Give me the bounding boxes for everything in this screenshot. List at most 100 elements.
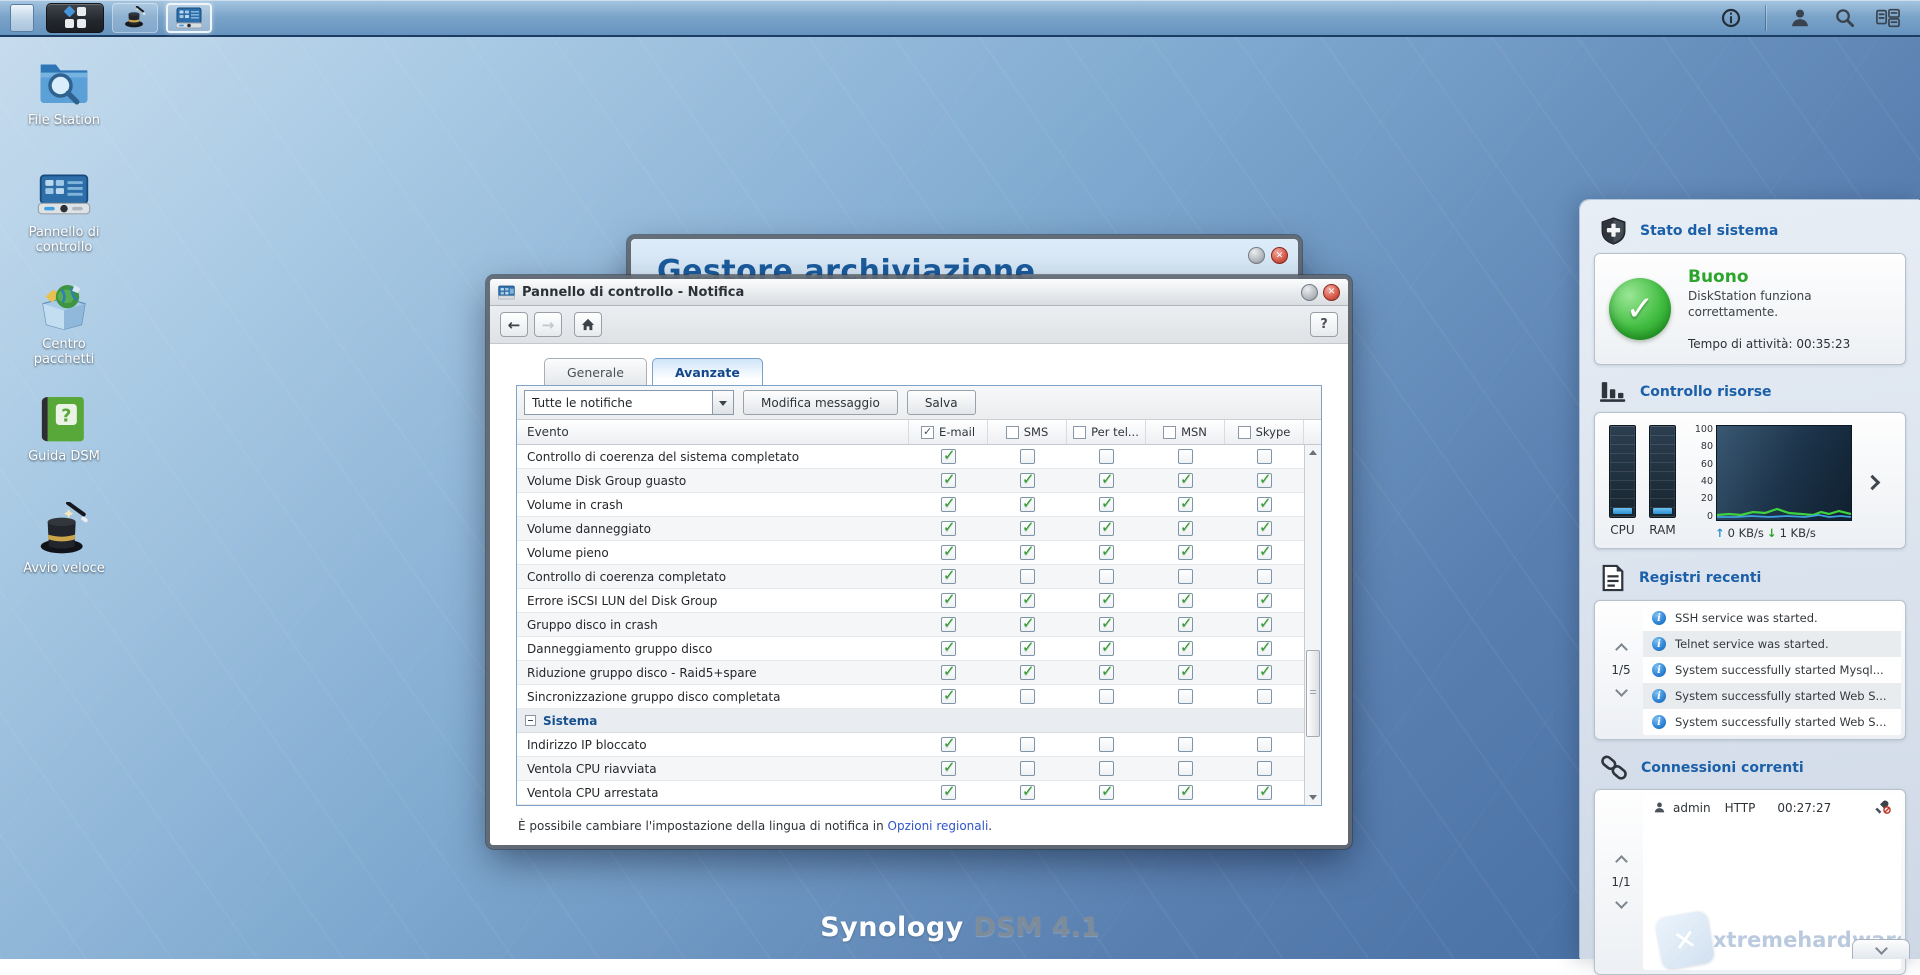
skype-checkbox-cell[interactable] — [1225, 661, 1304, 684]
phone-checkbox-cell[interactable] — [1067, 469, 1146, 492]
widgets-toggle-icon[interactable] — [1871, 3, 1905, 33]
channel-column-header[interactable]: MSN — [1146, 420, 1225, 444]
email-checkbox-cell[interactable] — [909, 493, 988, 516]
minimize-button[interactable] — [1248, 247, 1265, 264]
channel-column-header[interactable]: Skype — [1225, 420, 1304, 444]
sms-checkbox-cell[interactable] — [988, 469, 1067, 492]
msn-checkbox-cell[interactable] — [1146, 685, 1225, 708]
page-down-chevron[interactable] — [1615, 896, 1628, 909]
skype-checkbox-cell[interactable] — [1225, 733, 1304, 756]
event-row[interactable]: Riduzione gruppo disco - Raid5+spare — [517, 661, 1304, 685]
skype-checkbox-cell[interactable] — [1225, 541, 1304, 564]
email-checkbox-cell[interactable] — [909, 733, 988, 756]
save-button[interactable]: Salva — [907, 390, 976, 415]
msn-checkbox-cell[interactable] — [1146, 445, 1225, 468]
skype-checkbox-cell[interactable] — [1225, 685, 1304, 708]
sms-checkbox-cell[interactable] — [988, 637, 1067, 660]
event-row[interactable]: Controllo di coerenza del sistema comple… — [517, 445, 1304, 469]
msn-checkbox-cell[interactable] — [1146, 637, 1225, 660]
email-checkbox-cell[interactable] — [909, 445, 988, 468]
sms-checkbox-cell[interactable] — [988, 613, 1067, 636]
dialog-titlebar[interactable]: Pannello di controllo - Notifica — [490, 279, 1348, 306]
desktop-icon-file-station[interactable]: File Station — [14, 54, 114, 166]
page-down-chevron[interactable] — [1615, 684, 1628, 697]
msn-checkbox-cell[interactable] — [1146, 589, 1225, 612]
msn-checkbox-cell[interactable] — [1146, 613, 1225, 636]
next-page-chevron[interactable] — [1865, 475, 1881, 491]
desktop-icon-quick-start[interactable]: Avvio veloce — [14, 502, 114, 614]
event-row[interactable]: Danneggiamento gruppo disco — [517, 637, 1304, 661]
close-button[interactable] — [1323, 284, 1340, 301]
msn-checkbox-cell[interactable] — [1146, 781, 1225, 804]
msn-checkbox-cell[interactable] — [1146, 733, 1225, 756]
close-button[interactable] — [1271, 247, 1288, 264]
minimize-button[interactable] — [1301, 284, 1318, 301]
show-desktop-button[interactable] — [10, 4, 34, 32]
desktop-icon-control-panel[interactable]: Pannello di controllo — [14, 166, 114, 278]
skype-checkbox-cell[interactable] — [1225, 493, 1304, 516]
sms-checkbox-cell[interactable] — [988, 781, 1067, 804]
regional-options-link[interactable]: Opzioni regionali — [888, 819, 989, 833]
event-column-header[interactable]: Evento — [517, 420, 909, 444]
phone-checkbox-cell[interactable] — [1067, 757, 1146, 780]
event-group-row[interactable]: Sistema — [517, 709, 1304, 733]
user-icon[interactable] — [1783, 3, 1817, 33]
msn-checkbox-cell[interactable] — [1146, 757, 1225, 780]
email-checkbox-cell[interactable] — [909, 685, 988, 708]
phone-checkbox-cell[interactable] — [1067, 493, 1146, 516]
phone-checkbox-cell[interactable] — [1067, 733, 1146, 756]
desktop-icon-package-center[interactable]: Centro pacchetti — [14, 278, 114, 390]
notification-filter-select[interactable]: Tutte le notifiche — [524, 390, 734, 415]
skype-checkbox-cell[interactable] — [1225, 637, 1304, 660]
event-row[interactable]: Ventola CPU arrestata — [517, 781, 1304, 805]
msn-checkbox-cell[interactable] — [1146, 493, 1225, 516]
skype-checkbox-cell[interactable] — [1225, 589, 1304, 612]
phone-checkbox-cell[interactable] — [1067, 637, 1146, 660]
disconnect-icon[interactable] — [1875, 798, 1891, 817]
event-row[interactable]: Volume danneggiato — [517, 517, 1304, 541]
skype-checkbox-cell[interactable] — [1225, 565, 1304, 588]
email-checkbox-cell[interactable] — [909, 757, 988, 780]
event-row[interactable]: Sincronizzazione gruppo disco completata — [517, 685, 1304, 709]
channel-column-header[interactable]: SMS — [988, 420, 1067, 444]
skype-checkbox-cell[interactable] — [1225, 613, 1304, 636]
phone-checkbox-cell[interactable] — [1067, 661, 1146, 684]
sms-checkbox-cell[interactable] — [988, 661, 1067, 684]
sms-checkbox-cell[interactable] — [988, 685, 1067, 708]
help-button[interactable]: ? — [1310, 312, 1338, 337]
info-icon[interactable] — [1714, 3, 1748, 33]
sms-checkbox-cell[interactable] — [988, 541, 1067, 564]
panel-collapse-tab[interactable] — [1852, 939, 1910, 959]
back-button[interactable] — [500, 312, 528, 337]
tab-generale[interactable]: Generale — [544, 358, 647, 385]
msn-checkbox-cell[interactable] — [1146, 469, 1225, 492]
sms-checkbox-cell[interactable] — [988, 565, 1067, 588]
main-menu-button[interactable] — [46, 3, 104, 33]
notification-dialog[interactable]: Pannello di controllo - Notifica ? Gener… — [490, 279, 1348, 845]
desktop-icon-dsm-help[interactable]: ? Guida DSM — [14, 390, 114, 502]
channel-column-header[interactable]: E-mail — [909, 420, 988, 444]
sms-checkbox-cell[interactable] — [988, 445, 1067, 468]
email-checkbox-cell[interactable] — [909, 661, 988, 684]
event-row[interactable]: Volume Disk Group guasto — [517, 469, 1304, 493]
email-checkbox-cell[interactable] — [909, 517, 988, 540]
tab-avanzate[interactable]: Avanzate — [652, 358, 763, 385]
scrollbar-thumb[interactable] — [1306, 650, 1320, 736]
taskbar-app-control-panel[interactable] — [166, 3, 212, 33]
phone-checkbox-cell[interactable] — [1067, 589, 1146, 612]
msn-checkbox-cell[interactable] — [1146, 661, 1225, 684]
forward-button[interactable] — [534, 312, 562, 337]
email-checkbox-cell[interactable] — [909, 613, 988, 636]
msn-checkbox-cell[interactable] — [1146, 517, 1225, 540]
msn-checkbox-cell[interactable] — [1146, 541, 1225, 564]
event-row[interactable]: Errore iSCSI LUN del Disk Group — [517, 589, 1304, 613]
column-checkbox[interactable] — [1006, 426, 1019, 439]
event-row[interactable]: Controllo di coerenza completato — [517, 565, 1304, 589]
phone-checkbox-cell[interactable] — [1067, 565, 1146, 588]
email-checkbox-cell[interactable] — [909, 589, 988, 612]
email-checkbox-cell[interactable] — [909, 469, 988, 492]
skype-checkbox-cell[interactable] — [1225, 445, 1304, 468]
skype-checkbox-cell[interactable] — [1225, 517, 1304, 540]
sms-checkbox-cell[interactable] — [988, 757, 1067, 780]
edit-message-button[interactable]: Modifica messaggio — [743, 390, 898, 415]
